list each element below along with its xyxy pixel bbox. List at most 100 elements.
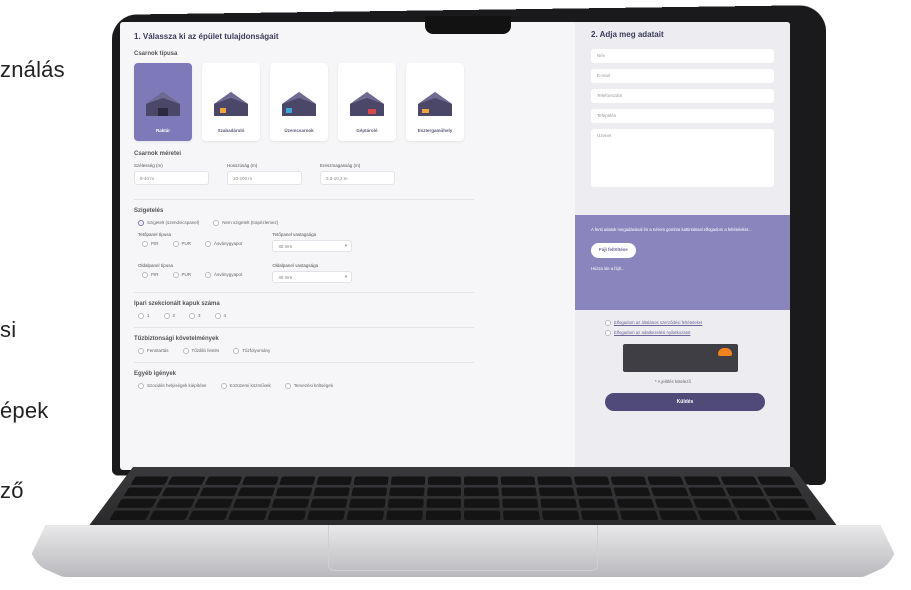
upload-button[interactable]: Fájl feltöltése [591, 243, 636, 259]
keyboard-key [464, 487, 500, 497]
wall-thickness: Oldalpanel vastagsága 40 mm [272, 263, 353, 284]
laptop-screen: 1. Válassza ki az épület tulajdonságait … [120, 22, 790, 470]
wall-thickness-select[interactable]: 40 mm [272, 271, 353, 283]
option-label: Szigetelt (szendvicspanel) [147, 220, 200, 226]
keyboard-key [346, 510, 384, 520]
option-label: 2 [172, 313, 176, 319]
type-card-geptarolo[interactable]: Géptároló [338, 63, 396, 141]
keyboard-key [427, 476, 462, 485]
other-option-2[interactable]: Közüzemi közművek [220, 383, 271, 389]
camera-notch [425, 16, 511, 34]
keyboard-key [464, 498, 501, 508]
keyboard-key [775, 510, 817, 520]
city-input[interactable]: Település [591, 109, 774, 123]
radio-icon [142, 272, 148, 278]
checkbox-icon [138, 383, 144, 389]
keyboard-key [501, 487, 538, 497]
radio-icon [205, 241, 212, 247]
submit-button[interactable]: Küldés [605, 393, 765, 411]
other-option-3[interactable]: Tervezési költségek [284, 383, 334, 389]
keyboard-key [730, 498, 771, 508]
insulation-option-insulated[interactable]: Szigetelt (szendvicspanel) [138, 220, 199, 226]
fire-option-2[interactable]: Tűzálló festés [182, 348, 220, 354]
divider [134, 362, 474, 363]
keyboard [109, 476, 817, 520]
roof-option-mineral[interactable]: Ásványgyapot [205, 241, 242, 247]
height-input[interactable]: 3,0-10,2 m [320, 171, 395, 185]
type-card-raktar[interactable]: Raktár [134, 63, 192, 141]
doors-option-4[interactable]: 4 [214, 313, 226, 319]
side-text-2: si [0, 317, 17, 342]
keyboard-key [193, 498, 234, 508]
keyboard-key [576, 487, 614, 497]
type-label: Szabadáruló [217, 128, 245, 133]
name-input[interactable]: Név [591, 49, 774, 63]
keyboard-key [616, 498, 655, 508]
checkbox-icon [220, 383, 227, 389]
fire-option-3[interactable]: Tűzfolyomány [233, 348, 270, 354]
keyboard-key [353, 476, 389, 485]
fire-option-1[interactable]: Fenntartás [138, 348, 169, 354]
phone-input[interactable]: Telefonszám [591, 89, 774, 103]
email-input[interactable]: E-mail [591, 69, 774, 83]
captcha-widget[interactable] [623, 344, 738, 372]
doors-option-2[interactable]: 2 [163, 313, 176, 319]
keyboard-key [275, 487, 313, 497]
length-input[interactable]: 10-200 m [227, 171, 302, 185]
keyboard-key [306, 510, 345, 520]
radio-icon [163, 313, 170, 319]
dimensions-row: Szélesség (m) 8-40 m Hosszúság (m) 10-20… [134, 163, 561, 185]
option-label: Tűzálló festés [191, 348, 220, 354]
roof-panel-options: PIR PUR Ásványgyapot [142, 241, 242, 247]
dim-label: Hosszúság (m) [227, 163, 258, 168]
wall-panel-label: Oldalpanel típusa [138, 263, 174, 268]
keyboard-key [503, 510, 541, 520]
radio-icon [142, 241, 148, 247]
dim-length: Hosszúság (m) 10-200 m [227, 163, 302, 185]
keyboard-key [683, 476, 722, 485]
roof-thickness-select[interactable]: 40 mm [272, 240, 353, 252]
type-card-szabadarulo[interactable]: Szabadáruló [202, 63, 260, 141]
width-input[interactable]: 8-40 m [134, 171, 209, 185]
wall-panel-options: PIR PUR Ásványgyapot [142, 272, 242, 278]
laptop-base [28, 467, 898, 585]
doors-label: Ipari szekcionált kapuk száma [134, 301, 220, 307]
wall-option-pir[interactable]: PIR [142, 272, 159, 278]
keyboard-key [464, 510, 501, 520]
doors-option-3[interactable]: 3 [189, 313, 201, 319]
keyboard-key [736, 510, 778, 520]
roof-option-pur[interactable]: PUR [172, 241, 191, 247]
wall-option-pur[interactable]: PUR [172, 272, 191, 278]
insulation-option-uninsulated[interactable]: Nem szigetelt (trapézlemez) [213, 220, 278, 226]
doors-option-1[interactable]: 1 [138, 313, 150, 319]
keyboard-key [267, 510, 307, 520]
wall-option-mineral[interactable]: Ásványgyapot [205, 272, 242, 278]
wall-panel-row: Oldalpanel típusa PIR PUR Ásványgyapot O… [138, 263, 561, 284]
keyboard-key [574, 476, 611, 485]
keyboard-key [390, 476, 425, 485]
keyboard-key [720, 476, 759, 485]
option-label: Tervezési költségek [293, 383, 334, 389]
upload-info-box: A fenti adatok megadásával és a Kérem go… [575, 215, 790, 310]
type-card-uzemcsarnok[interactable]: Üzemcsarnok [270, 63, 328, 141]
doors-options: 1 2 3 4 [138, 313, 561, 319]
section-title-contact: 2. Adja meg adatait [591, 30, 664, 39]
type-card-esztergamuhely[interactable]: Esztergaműhely [406, 63, 464, 141]
keyboard-key [697, 510, 738, 520]
keyboard-key [388, 487, 425, 497]
insulation-options: Szigetelt (szendvicspanel) Nem szigetelt… [138, 220, 561, 226]
radio-icon [205, 272, 212, 278]
keyboard-key [501, 476, 536, 485]
checkbox-icon [605, 319, 611, 326]
consent-privacy[interactable]: Elfogadom az adatkezelési nyilatkozatot [605, 328, 702, 338]
upload-hint: Húzza ide a fájlt... [591, 266, 625, 272]
consent-terms[interactable]: Elfogadom az általános szerződési feltét… [605, 318, 702, 328]
keyboard-key [647, 476, 685, 485]
keyboard-key [539, 487, 576, 497]
keyboard-key [654, 498, 694, 508]
keyboard-key [350, 487, 387, 497]
message-textarea[interactable]: Üzenet [591, 129, 774, 187]
other-option-1[interactable]: Szociális helyiségek kiépítése [138, 383, 207, 389]
building-type-label: Csarnok típusa [134, 51, 178, 57]
roof-option-pir[interactable]: PIR [142, 241, 159, 247]
